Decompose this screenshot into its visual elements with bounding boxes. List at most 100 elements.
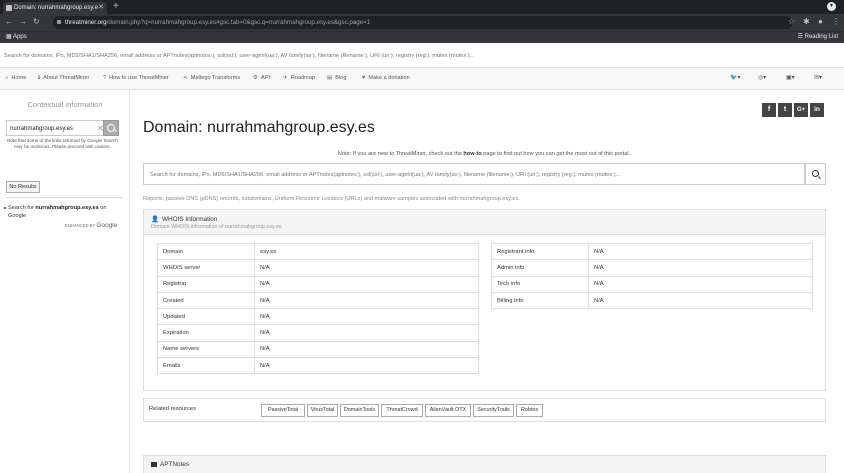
summary-text: Reports, passive DNS (pDNS) records, sub… [143, 196, 520, 202]
bookmark-star-icon[interactable]: ☆ [788, 16, 795, 28]
google-search-link[interactable]: Search for nurrahmahgroup.esy.es on Goog… [4, 204, 122, 220]
window-menu-icon[interactable]: ▾ [827, 2, 836, 11]
table-row: Created N/A [157, 291, 479, 310]
twitter-share-icon[interactable]: t [778, 103, 792, 117]
whois-label: Emails [157, 357, 255, 375]
nav-api-label: API [261, 75, 271, 81]
howto-link[interactable]: how-to [463, 151, 481, 157]
main-search-input[interactable] [150, 169, 800, 180]
chrome-menu-icon[interactable]: ⋮ [832, 16, 840, 28]
nav-roadmap[interactable]: ✈ Roadmap [283, 68, 315, 88]
new-tab-icon[interactable]: + [113, 0, 119, 14]
tab-close-icon[interactable]: ✕ [98, 2, 104, 14]
table-row: Domain esy.es [157, 242, 479, 261]
googleplus-share-icon[interactable]: G+ [794, 103, 808, 117]
contextual-search-button[interactable] [103, 120, 119, 136]
sidebar-title: Contextual information [27, 100, 103, 109]
table-row: Emails N/A [157, 357, 479, 375]
back-icon[interactable]: ← [5, 16, 13, 28]
securitytrails-button[interactable]: SecurityTrails [473, 404, 514, 417]
table-row: Name servers N/A [157, 340, 479, 359]
nav-home[interactable]: ⌂ Home [5, 68, 26, 88]
github-dropdown[interactable]: ◎▾ [758, 68, 766, 88]
robtex-button[interactable]: Robtex [516, 404, 543, 417]
main-search-box [143, 163, 805, 185]
main-search-button[interactable] [805, 163, 826, 185]
nav-blog-label: Blog [335, 75, 347, 81]
linkedin-share-icon[interactable]: in [810, 103, 824, 117]
contextual-search-input[interactable] [10, 123, 95, 134]
whois-label: Billing info [491, 291, 589, 310]
whois-value: N/A [254, 357, 479, 375]
nav-donation-label: Make a donation [368, 75, 410, 81]
virustotal-button[interactable]: VirusTotal [307, 404, 338, 417]
browser-tab[interactable]: Domain: nurrahmahgroup.esy.e ✕ [3, 2, 107, 14]
nav-blog[interactable]: ▤ Blog [327, 68, 347, 88]
cogs-icon: ⚙ [253, 75, 259, 81]
passivetotal-button[interactable]: PassiveTotal [261, 404, 305, 417]
nav-donation[interactable]: ♥ Make a donation [362, 68, 410, 88]
table-row: Expiration N/A [157, 324, 479, 342]
domaintools-button[interactable]: DomainTools [340, 404, 379, 417]
whois-value: N/A [254, 291, 479, 310]
whois-label: WHOIS server [157, 259, 255, 277]
no-results-tab[interactable]: No Results [6, 181, 40, 193]
facebook-share-icon[interactable]: f [762, 103, 776, 117]
whois-value: N/A [588, 242, 813, 261]
whois-table-left: Domain esy.es WHOIS server N/A Registrar N/… [157, 242, 479, 375]
extensions-icon[interactable]: ✱ [803, 16, 810, 28]
table-row: Billing info N/A [491, 291, 813, 310]
forward-icon[interactable]: → [19, 16, 27, 28]
site-search-bar [0, 43, 844, 68]
nav-roadmap-label: Roadmap [290, 75, 315, 81]
whois-table-right: Registrant info N/A Admin info N/A Tech in… [491, 242, 813, 310]
reading-list-button[interactable]: ☰ Reading List [798, 32, 838, 43]
nav-home-label: Home [11, 75, 27, 81]
nav-about[interactable]: ℹ About ThreatMiner [38, 68, 89, 88]
site-search-input[interactable] [4, 49, 840, 62]
alienvault-otx-button[interactable]: AlienVault OTX [425, 404, 471, 417]
threatcrowd-button[interactable]: ThreatCrowd [381, 404, 423, 417]
heart-icon: ♥ [362, 75, 366, 81]
twitter-dropdown[interactable]: 🐦▾ [730, 68, 740, 88]
whois-value: esy.es [254, 242, 479, 261]
whois-label: Updated [157, 308, 255, 326]
reload-icon[interactable]: ↻ [33, 16, 40, 28]
whois-value: N/A [254, 324, 479, 342]
related-resources: Related resources PassiveTotal VirusTota… [143, 398, 826, 422]
sidebar-divider [6, 197, 122, 198]
folder-icon [151, 462, 157, 467]
whois-label: Tech info [491, 275, 589, 293]
address-bar[interactable]: threatminer.org/domain.php?q=nurrahmahgr… [53, 16, 793, 29]
note-suffix: page to find out how you can get the mos… [481, 151, 631, 157]
browser-tabstrip: Domain: nurrahmahgroup.esy.e ✕ + ▾ [0, 0, 844, 14]
nav-maltego[interactable]: ⋖ Maltego Transforms [183, 68, 240, 88]
aptnotes-title-text: APTNotes [160, 461, 190, 468]
apps-label: Apps [13, 34, 27, 40]
whois-value: N/A [588, 275, 813, 293]
mail-dropdown[interactable]: ✉▾ [814, 68, 822, 88]
note-prefix: Note: If you are new to ThreatMiner, che… [337, 151, 464, 157]
whois-value: N/A [588, 291, 813, 310]
related-resources-label: Related resources [149, 406, 197, 412]
info-icon: ℹ [38, 75, 41, 81]
nav-api[interactable]: ⚙ API [253, 68, 270, 88]
reading-list-label: Reading List [804, 34, 838, 40]
whois-value: N/A [254, 275, 479, 293]
whois-subtitle: Domain WHOIS information of nurrahmahgro… [151, 224, 284, 230]
whois-title: 👤 WHOIS Information [151, 215, 217, 223]
enhanced-by-label: ENHANCED BY [65, 223, 96, 228]
newcomer-note: Note: If you are new to ThreatMiner, che… [143, 151, 825, 157]
rss-dropdown[interactable]: ▣▾ [786, 68, 795, 88]
nav-howto[interactable]: ? How to use ThreatMiner [103, 68, 169, 88]
apps-shortcut[interactable]: ▦ Apps [6, 32, 27, 43]
user-icon: 👤 [151, 216, 159, 223]
blog-icon: ▤ [327, 75, 333, 81]
whois-label: Domain [157, 242, 255, 261]
site-navbar: ⌂ Home ℹ About ThreatMiner ? How to use Thr… [0, 68, 844, 90]
whois-label: Created [157, 291, 255, 310]
enhanced-by-google: ENHANCED BY Google [65, 222, 117, 229]
lock-icon [57, 20, 61, 24]
table-row: Registrant info N/A [491, 242, 813, 261]
profile-icon[interactable]: ● [818, 16, 823, 28]
